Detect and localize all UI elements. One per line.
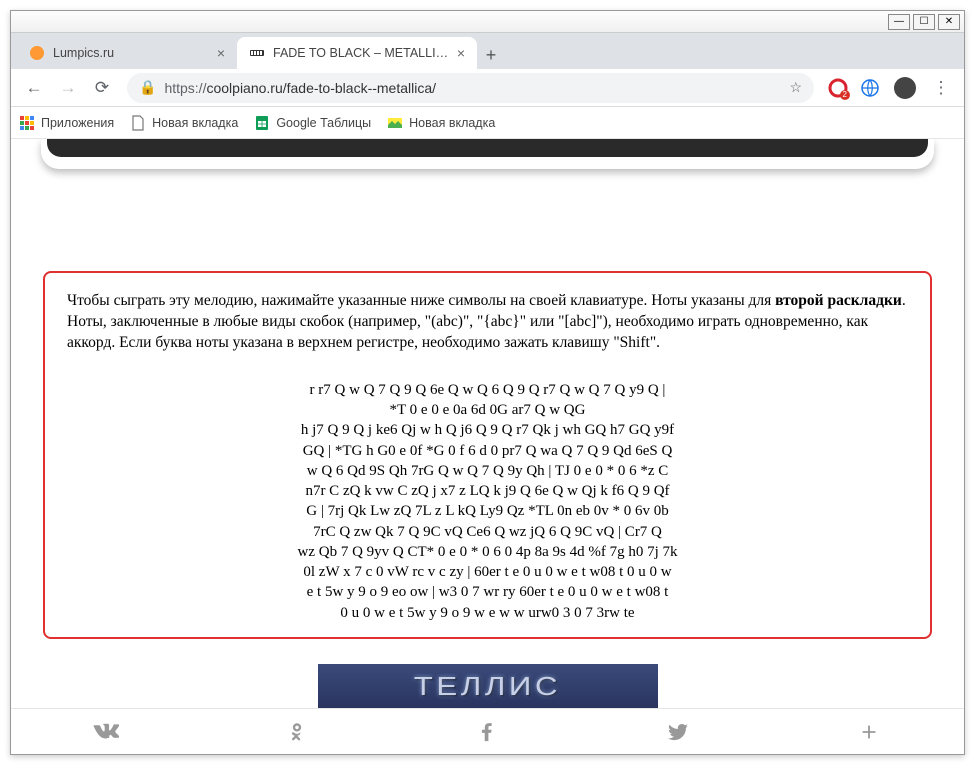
share-twitter-button[interactable] [583,709,774,754]
page-icon [130,115,146,131]
new-tab-button[interactable]: + [477,41,505,69]
highlighted-region: Чтобы сыграть эту мелодию, нажимайте ука… [43,271,932,639]
page-content: Чтобы сыграть эту мелодию, нажимайте ука… [11,139,964,708]
close-window-button[interactable]: ✕ [938,14,960,30]
window-titlebar: — ☐ ✕ [11,11,964,33]
bookmark-newtab-1[interactable]: Новая вкладка [130,115,238,131]
url-text: coolpiano.ru/fade-to-black--metallica/ [206,80,436,96]
reload-button[interactable]: ⟳ [87,73,117,103]
extension-badge: 2 [840,90,850,100]
share-more-button[interactable] [773,709,964,754]
browser-toolbar: ← → ⟳ 🔒 https://coolpiano.ru/fade-to-bla… [11,69,964,107]
share-facebook-button[interactable] [392,709,583,754]
share-vk-button[interactable] [11,709,202,754]
maximize-button[interactable]: ☐ [913,14,935,30]
bookmark-apps[interactable]: Приложения [19,115,114,131]
bookmark-newtab-2[interactable]: Новая вкладка [387,115,495,131]
profile-avatar[interactable] [894,77,916,99]
lock-icon: 🔒 [139,79,156,96]
tab-strip: Lumpics.ru × FADE TO BLACK – METALLICA. … [11,33,964,69]
tab-title: Lumpics.ru [53,46,209,60]
bookmarks-bar: Приложения Новая вкладка Google Таблицы … [11,107,964,139]
favicon-icon [29,45,45,61]
bookmark-label: Новая вкладка [152,116,238,130]
instruction-bold: второй раскладки [775,292,902,309]
instruction-text: Чтобы сыграть эту мелодию, нажимайте ука… [67,291,908,354]
extension-opera-icon[interactable]: 2 [828,78,848,98]
bookmark-label: Новая вкладка [409,116,495,130]
album-art: ТЕЛЛИС [318,664,658,708]
bookmark-label: Приложения [41,116,114,130]
forward-button[interactable]: → [53,73,83,103]
album-art-text: ТЕЛЛИС [414,671,561,702]
browser-tab-active[interactable]: FADE TO BLACK – METALLICA. Н × [237,37,477,69]
instruction-pre: Чтобы сыграть эту мелодию, нажимайте ука… [67,292,775,309]
back-button[interactable]: ← [19,73,49,103]
piano-notes: r r7 Q w Q 7 Q 9 Q 6e Q w Q 6 Q 9 Q r7 Q… [67,380,908,623]
minimize-button[interactable]: — [888,14,910,30]
image-icon [387,115,403,131]
device-frame-bottom [41,139,934,169]
address-bar[interactable]: 🔒 https://coolpiano.ru/fade-to-black--me… [127,73,814,103]
close-tab-icon[interactable]: × [217,45,225,61]
share-bar [11,708,964,754]
sheets-icon [254,115,270,131]
share-ok-button[interactable] [202,709,393,754]
apps-icon [19,115,35,131]
bookmark-label: Google Таблицы [276,116,371,130]
browser-tab-lumpics[interactable]: Lumpics.ru × [17,37,237,69]
url-scheme: https:// [164,80,206,96]
close-tab-icon[interactable]: × [457,45,465,61]
bookmark-sheets[interactable]: Google Таблицы [254,115,371,131]
tab-title: FADE TO BLACK – METALLICA. Н [273,46,449,60]
extension-globe-icon[interactable] [860,78,880,98]
bookmark-star-icon[interactable]: ☆ [789,79,802,96]
menu-button[interactable]: ⋮ [926,73,956,103]
favicon-icon [249,45,265,61]
